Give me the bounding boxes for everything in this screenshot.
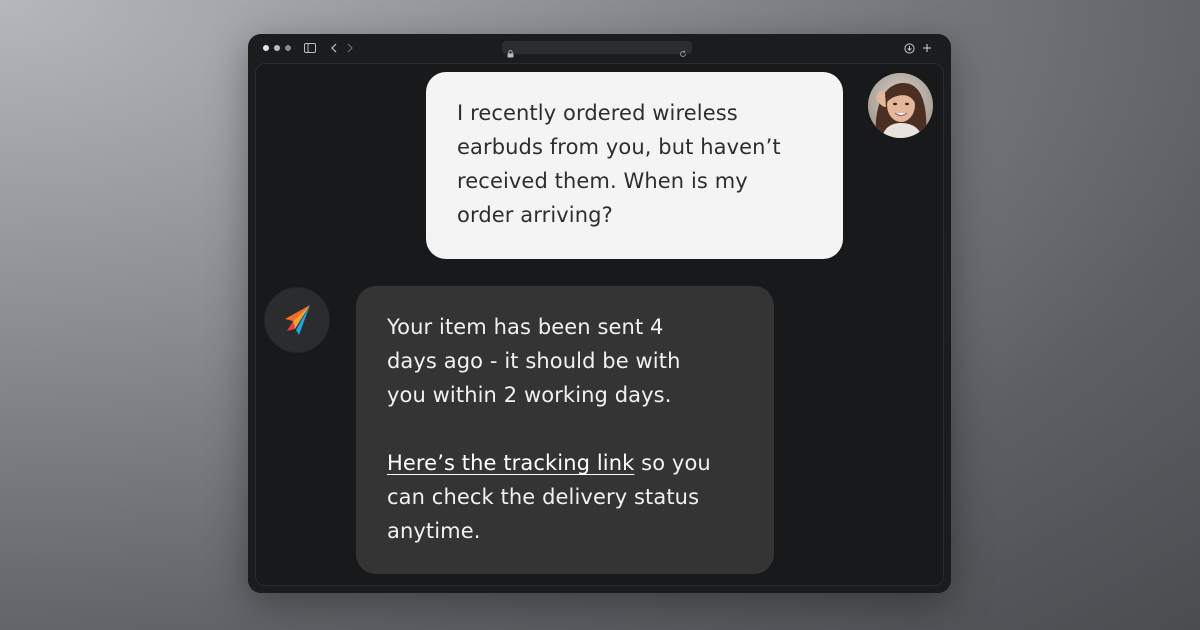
user-message-line: received them. When is my [457, 169, 748, 193]
chevron-right-icon[interactable] [343, 41, 357, 55]
plus-icon[interactable] [920, 41, 934, 55]
assistant-avatar [264, 287, 330, 353]
chat-area: I recently ordered wireless earbuds from… [255, 63, 944, 586]
assistant-message-line: anytime. [387, 519, 481, 543]
reload-icon[interactable] [679, 43, 687, 62]
assistant-message-line: Here’s the tracking link so you [387, 446, 743, 480]
sidebar-toggle-icon[interactable] [303, 41, 317, 55]
assistant-message-line: Your item has been sent 4 [387, 315, 664, 339]
user-message-line: earbuds from you, but haven’t [457, 135, 781, 159]
browser-window: I recently ordered wireless earbuds from… [248, 34, 951, 593]
tracking-link[interactable]: Here’s the tracking link [387, 451, 634, 475]
download-icon[interactable] [902, 41, 916, 55]
link-trailing-text: so you [634, 451, 711, 475]
lock-icon [507, 43, 514, 62]
user-message-line: order arriving? [457, 203, 613, 227]
title-bar [248, 34, 951, 62]
chevron-left-icon[interactable] [327, 41, 341, 55]
assistant-message-line: you within 2 working days. [387, 383, 672, 407]
minimize-window-dot[interactable] [274, 45, 280, 51]
assistant-message-line: days ago - it should be with [387, 349, 681, 373]
assistant-message-bubble: Your item has been sent 4 days ago - it … [356, 286, 774, 574]
user-message-line: I recently ordered wireless [457, 101, 738, 125]
user-message-bubble: I recently ordered wireless earbuds from… [426, 72, 843, 259]
maximize-window-dot[interactable] [285, 45, 291, 51]
user-avatar [868, 73, 933, 138]
address-bar[interactable] [502, 41, 692, 58]
assistant-message-line: can check the delivery status [387, 485, 700, 509]
paper-plane-logo-icon [285, 305, 310, 335]
close-window-dot[interactable] [263, 45, 269, 51]
